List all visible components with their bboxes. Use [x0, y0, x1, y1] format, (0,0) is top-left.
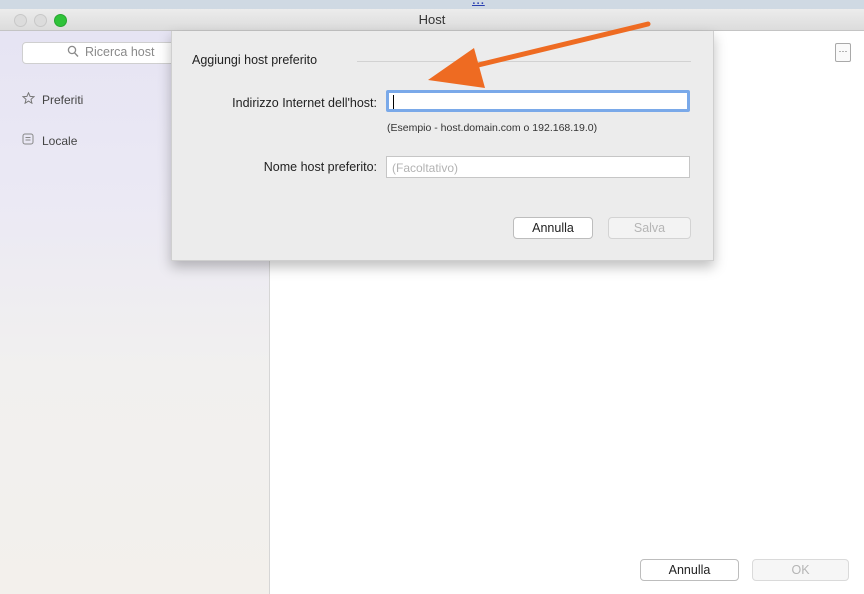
text-caret: [393, 95, 394, 109]
search-field[interactable]: Ricerca host: [22, 42, 179, 64]
ellipsis-icon: ···: [838, 46, 848, 56]
sidebar-item-label: Preferiti: [42, 93, 84, 107]
search-icon: [67, 45, 79, 61]
cut-off-link[interactable]: ...: [472, 0, 485, 9]
sheet-save-button[interactable]: Salva: [608, 217, 691, 239]
local-icon: [22, 133, 36, 148]
favorite-name-placeholder: (Facoltativo): [392, 161, 459, 175]
host-address-label: Indirizzo Internet dell'host:: [232, 96, 377, 110]
more-options-button[interactable]: ···: [835, 43, 851, 62]
sidebar-item-label: Locale: [42, 134, 78, 148]
sheet-divider: [357, 61, 691, 62]
add-favorite-host-sheet: Aggiungi host preferito Indirizzo Intern…: [171, 31, 714, 261]
host-address-input[interactable]: [386, 90, 690, 112]
top-image-strip: ...: [0, 0, 864, 9]
window-cancel-button[interactable]: Annulla: [640, 559, 739, 581]
favorite-name-label: Nome host preferito:: [263, 160, 377, 174]
star-icon: [21, 91, 36, 107]
sidebar-item-preferiti[interactable]: Preferiti: [21, 91, 84, 107]
search-placeholder: Ricerca host: [85, 45, 155, 59]
sidebar-item-locale[interactable]: Locale: [22, 133, 77, 148]
host-address-hint: (Esempio - host.domain.com o 192.168.19.…: [387, 122, 598, 134]
title-bar: Host: [0, 9, 864, 31]
favorite-name-input[interactable]: (Facoltativo): [386, 156, 690, 178]
window-title: Host: [418, 12, 446, 27]
window-ok-button[interactable]: OK: [752, 559, 849, 581]
sheet-title: Aggiungi host preferito: [192, 53, 318, 67]
sheet-cancel-button[interactable]: Annulla: [513, 217, 593, 239]
